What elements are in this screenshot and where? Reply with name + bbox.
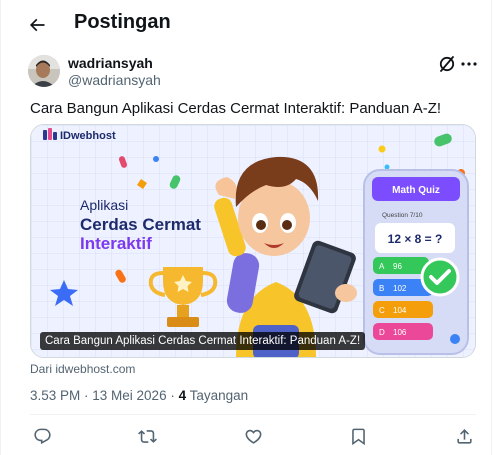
- card-headline-2: Cerdas Cermat: [80, 215, 201, 234]
- share-icon: [456, 428, 472, 444]
- quiz-question: 12 × 8 = ?: [388, 232, 443, 246]
- quiz-title: Math Quiz: [392, 185, 440, 196]
- card-image: IDwebhost Aplikasi Cerdas Cermat Interak…: [31, 125, 475, 357]
- quiz-option-b-value: 102: [393, 284, 407, 293]
- column-border-left: [0, 0, 1, 455]
- post-meta: 3.53 PM · 13 Mei 2026 · 4 Tayangan: [30, 388, 248, 403]
- quiz-option-a-value: 96: [393, 262, 402, 271]
- avatar-image: [28, 55, 60, 87]
- quiz-option-d-value: 106: [393, 328, 407, 337]
- like-button[interactable]: [242, 425, 264, 447]
- quiz-option-c-letter: C: [379, 306, 385, 315]
- avatar[interactable]: [28, 55, 60, 87]
- page-title: Postingan: [74, 11, 171, 33]
- column-border-right: [491, 0, 492, 455]
- quiz-option-d-letter: D: [379, 328, 385, 337]
- bookmark-button[interactable]: [347, 425, 369, 447]
- grok-button[interactable]: [437, 54, 457, 74]
- author-name[interactable]: wadriansyah: [68, 55, 153, 71]
- retweet-icon: [137, 429, 157, 443]
- card-caption: Cara Bangun Aplikasi Cerdas Cermat Inter…: [40, 332, 366, 350]
- quiz-question-no: Question 7/10: [382, 212, 423, 219]
- back-button[interactable]: [22, 10, 52, 40]
- brand-name: IDwebhost: [60, 130, 116, 142]
- reply-icon: [33, 428, 51, 444]
- card-headline-3: Interaktif: [80, 234, 152, 253]
- views-label: Tayangan: [186, 388, 249, 403]
- post-time[interactable]: 3.53 PM · 13 Mei 2026 ·: [30, 388, 179, 403]
- quiz-option-b-letter: B: [379, 284, 384, 293]
- views-count: 4: [178, 388, 187, 403]
- more-button[interactable]: [459, 54, 479, 74]
- link-card[interactable]: IDwebhost Aplikasi Cerdas Cermat Interak…: [30, 124, 476, 358]
- like-icon: [245, 429, 261, 444]
- card-source[interactable]: Dari idwebhost.com: [30, 362, 135, 376]
- repost-button[interactable]: [136, 425, 158, 447]
- page-header: Postingan: [0, 0, 491, 48]
- bookmark-icon: [351, 428, 365, 445]
- more-icon: [461, 62, 477, 66]
- author-handle[interactable]: @wadriansyah: [68, 72, 161, 88]
- card-headline-1: Aplikasi: [80, 197, 128, 213]
- check-badge-icon: [420, 257, 460, 297]
- share-button[interactable]: [453, 425, 475, 447]
- post-text: Cara Bangun Aplikasi Cerdas Cermat Inter…: [30, 100, 442, 117]
- divider: [30, 414, 476, 415]
- grok-icon: [439, 56, 455, 72]
- quiz-option-c-value: 104: [393, 306, 407, 315]
- quiz-option-a-letter: A: [379, 262, 385, 271]
- back-arrow-icon: [29, 18, 45, 32]
- reply-button[interactable]: [31, 425, 53, 447]
